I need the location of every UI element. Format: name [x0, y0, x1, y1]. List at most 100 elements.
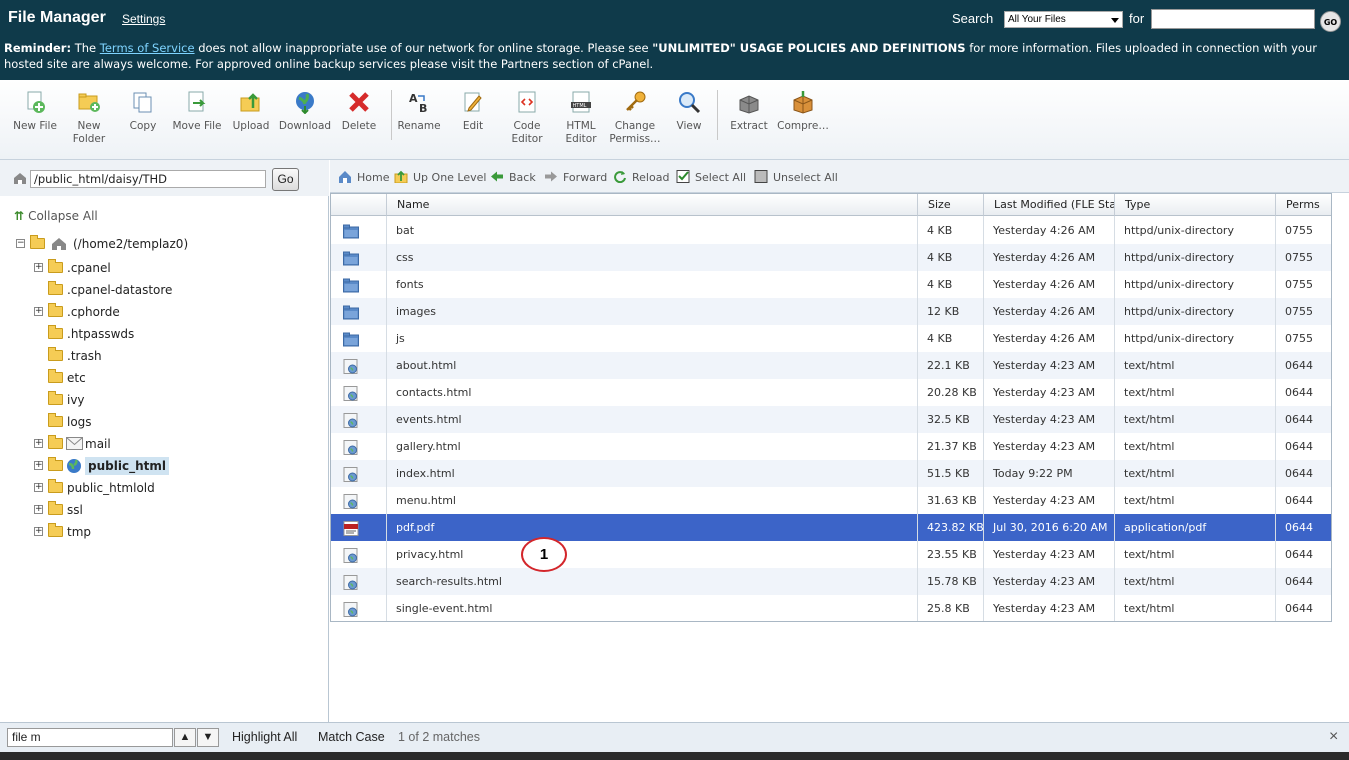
tree-item[interactable]: logs [34, 413, 294, 431]
reload-button[interactable]: Reload [613, 170, 669, 184]
cell-type: text/html [1124, 467, 1175, 480]
settings-link[interactable]: Settings [122, 12, 165, 26]
collapse-all-button[interactable]: ⇈ Collapse All [14, 209, 98, 223]
cell-type: text/html [1124, 413, 1175, 426]
compress-button[interactable]: Compre… [776, 90, 830, 133]
table-row[interactable]: events.html 32.5 KB Yesterday 4:23 AM text/… [331, 406, 1331, 433]
unselect-all-button[interactable]: Unselect All [754, 170, 838, 184]
table-row[interactable]: bat 4 KB Yesterday 4:26 AM httpd/unix-direc… [331, 217, 1331, 244]
table-row[interactable]: about.html 22.1 KB Yesterday 4:23 AM text/h… [331, 352, 1331, 379]
table-row[interactable]: images 12 KB Yesterday 4:26 AM httpd/unix-d… [331, 298, 1331, 325]
cell-name[interactable]: js [386, 325, 917, 352]
view-button[interactable]: View [662, 90, 716, 133]
expand-toggle-icon[interactable]: + [34, 439, 43, 448]
cell-name[interactable]: css [386, 244, 917, 271]
tree-item[interactable]: .cpanel-datastore [34, 281, 294, 299]
tree-item[interactable]: + .cphorde [34, 303, 294, 321]
code-editor-button[interactable]: Code Editor [500, 90, 554, 146]
upload-button[interactable]: Upload [224, 90, 278, 133]
back-button[interactable]: Back [490, 170, 536, 184]
reminder-lead: Reminder: [4, 41, 72, 55]
table-row[interactable]: index.html 51.5 KB Today 9:22 PM text/html 0… [331, 460, 1331, 487]
expand-toggle-icon[interactable]: + [34, 483, 43, 492]
tree-item[interactable]: + tmp [34, 523, 294, 541]
cell-name[interactable]: images [386, 298, 917, 325]
table-row[interactable]: js 4 KB Yesterday 4:26 AM httpd/unix-direct… [331, 325, 1331, 352]
new-file-button[interactable]: New File [8, 90, 62, 133]
expand-toggle-icon[interactable]: + [34, 263, 43, 272]
tree-item[interactable]: .trash [34, 347, 294, 365]
folder-icon [48, 501, 63, 515]
tree-item[interactable]: etc [34, 369, 294, 387]
home-button[interactable]: Home [338, 170, 389, 184]
copy-button[interactable]: Copy [116, 90, 170, 133]
modified-column-header[interactable]: Last Modified (FLE Stand [983, 194, 1114, 216]
cell-name[interactable]: single-event.html [386, 595, 917, 622]
expand-toggle-icon[interactable]: + [34, 461, 43, 470]
table-row[interactable]: gallery.html 21.37 KB Yesterday 4:23 AM tex… [331, 433, 1331, 460]
cell-name[interactable]: events.html [386, 406, 917, 433]
tree-item[interactable]: + ssl [34, 501, 294, 519]
find-input[interactable]: file m [7, 728, 173, 747]
cell-name[interactable]: pdf.pdf [386, 514, 917, 541]
tree-item[interactable]: + mail [34, 435, 294, 453]
tree-item[interactable]: .htpasswds [34, 325, 294, 343]
expand-toggle-icon[interactable]: + [34, 307, 43, 316]
perms-column-header[interactable]: Perms [1275, 194, 1331, 216]
type-column-header[interactable]: Type [1114, 194, 1275, 216]
highlight-all-button[interactable]: Highlight All [232, 730, 297, 744]
table-row[interactable]: fonts 4 KB Yesterday 4:26 AM httpd/unix-dir… [331, 271, 1331, 298]
find-next-button[interactable]: ▼ [197, 728, 219, 747]
terms-of-service-link[interactable]: Terms of Service [100, 41, 195, 55]
change-permissions-button[interactable]: Change Permiss… [608, 90, 662, 146]
cell-name[interactable]: search-results.html [386, 568, 917, 595]
cell-name[interactable]: about.html [386, 352, 917, 379]
find-previous-button[interactable]: ▲ [174, 728, 196, 747]
tree-item[interactable]: ivy [34, 391, 294, 409]
cell-name[interactable]: menu.html [386, 487, 917, 514]
table-row[interactable]: search-results.html 15.78 KB Yesterday 4:2… [331, 568, 1331, 595]
table-row[interactable]: menu.html 31.63 KB Yesterday 4:23 AM text/h… [331, 487, 1331, 514]
tree-item[interactable]: + public_html [34, 457, 294, 475]
extract-button[interactable]: Extract [722, 90, 776, 133]
search-input[interactable] [1151, 9, 1315, 29]
move-file-button[interactable]: Move File [170, 90, 224, 133]
code-editor-icon [518, 91, 536, 113]
html-editor-button[interactable]: HTML HTML Editor [554, 90, 608, 146]
cell-name[interactable]: privacy.html [386, 541, 917, 568]
column-divider [983, 216, 984, 621]
table-row[interactable]: pdf.pdf 423.82 KB Jul 30, 2016 6:20 AM appl… [331, 514, 1331, 541]
table-row[interactable]: single-event.html 25.8 KB Yesterday 4:23 A… [331, 595, 1331, 622]
delete-button[interactable]: Delete [332, 90, 386, 133]
path-go-button[interactable]: Go [272, 168, 299, 191]
table-row[interactable]: contacts.html 20.28 KB Yesterday 4:23 AM te… [331, 379, 1331, 406]
select-all-button[interactable]: Select All [676, 170, 746, 184]
search-go-button[interactable]: GO [1320, 11, 1341, 32]
edit-button[interactable]: Edit [446, 90, 500, 133]
rename-button[interactable]: AB Rename [392, 90, 446, 133]
collapse-toggle-icon[interactable]: − [16, 239, 25, 248]
table-row[interactable]: css 4 KB Yesterday 4:26 AM httpd/unix-direc… [331, 244, 1331, 271]
tree-item[interactable]: + public_htmlold [34, 479, 294, 497]
path-input[interactable]: /public_html/daisy/THD [30, 170, 266, 188]
table-row[interactable]: privacy.html 23.55 KB Yesterday 4:23 AM tex… [331, 541, 1331, 568]
size-column-header[interactable]: Size [917, 194, 983, 216]
name-column-header[interactable]: Name [386, 194, 917, 216]
expand-toggle-icon[interactable]: + [34, 505, 43, 514]
new-folder-button[interactable]: New Folder [62, 90, 116, 146]
tree-item[interactable]: + .cpanel [34, 259, 294, 277]
up-one-level-button[interactable]: Up One Level [394, 170, 486, 184]
tree-item-label: ivy [67, 393, 85, 407]
forward-button[interactable]: Forward [544, 170, 607, 184]
cell-name[interactable]: contacts.html [386, 379, 917, 406]
match-case-button[interactable]: Match Case [318, 730, 385, 744]
cell-name[interactable]: index.html [386, 460, 917, 487]
close-find-bar-icon[interactable]: × [1329, 728, 1338, 746]
expand-toggle-icon[interactable]: + [34, 527, 43, 536]
search-scope-select[interactable]: All Your Files [1004, 11, 1123, 28]
cell-name[interactable]: gallery.html [386, 433, 917, 460]
cell-name[interactable]: fonts [386, 271, 917, 298]
download-button[interactable]: Download [278, 90, 332, 133]
tree-root[interactable]: − (/home2/templaz0) [16, 235, 236, 253]
cell-name[interactable]: bat [386, 217, 917, 244]
